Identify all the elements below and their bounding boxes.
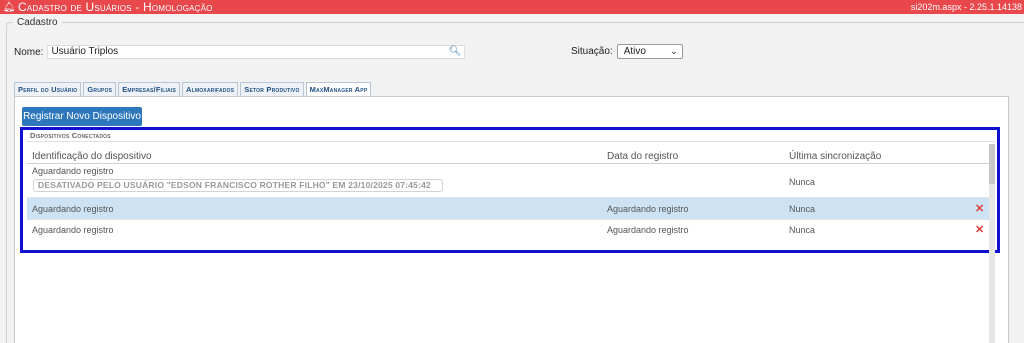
version-label: si202m.aspx - 2.25.1.14138 xyxy=(910,2,1022,12)
situacao-label: Situação: xyxy=(571,46,613,57)
close-icon[interactable]: ✕ xyxy=(975,202,984,215)
search-icon[interactable]: 🔍︎ xyxy=(449,46,462,58)
row-1-deactivated-badge: DESATIVADO PELO USUÁRIO "EDSON FRANCISCO… xyxy=(33,179,443,192)
row-1-device-id: Aguardando registro xyxy=(32,166,114,176)
register-device-button[interactable]: Registrar Novo Dispositivo xyxy=(22,107,142,126)
title-bar: 🔔︎ Cadastro de Usuários - Homologação si… xyxy=(0,0,1024,14)
tab-setor-produtivo[interactable]: Setor Produtivo xyxy=(240,82,304,96)
situacao-value: Ativo xyxy=(623,46,646,57)
close-icon[interactable]: ✕ xyxy=(975,223,984,236)
tab-maxmanager-app[interactable]: MaxManager App xyxy=(305,82,372,97)
column-header-register-date: Data do registro xyxy=(607,151,679,162)
tab-almoxarifados[interactable]: Almoxarifados xyxy=(181,82,239,96)
connected-devices-legend: Dispositivos Conectados xyxy=(30,131,111,140)
table-row-highlight[interactable] xyxy=(27,198,990,219)
row-3-device-id: Aguardando registro xyxy=(32,225,114,235)
name-input[interactable]: Usuário Triplos 🔍︎ xyxy=(47,45,466,59)
row-3-register-date: Aguardando registro xyxy=(607,225,689,235)
divider xyxy=(27,141,995,142)
name-row: Nome: Usuário Triplos 🔍︎ xyxy=(14,45,466,59)
scrollbar-thumb[interactable] xyxy=(989,144,995,184)
bell-icon: 🔔︎ xyxy=(2,1,16,13)
row-separator xyxy=(27,219,990,220)
row-2-last-sync: Nunca xyxy=(789,204,816,214)
row-2-device-id: Aguardando registro xyxy=(32,204,114,214)
tab-empresas-filiais[interactable]: Empresas/Filiais xyxy=(118,82,180,96)
row-3-last-sync: Nunca xyxy=(789,225,816,235)
chevron-down-icon: ⌄ xyxy=(670,46,678,56)
row-2-register-date: Aguardando registro xyxy=(607,204,689,214)
table-header-divider xyxy=(27,163,990,164)
tab-bar: Perfil do Usuário Grupos Empresas/Filiai… xyxy=(14,82,373,97)
situacao-row: Situação: Ativo ⌄ xyxy=(571,44,683,59)
tab-perfil-do-usuario[interactable]: Perfil do Usuário xyxy=(14,82,82,96)
page-title: Cadastro de Usuários - Homologação xyxy=(18,0,213,14)
cadastro-legend: Cadastro xyxy=(13,17,62,28)
row-1-last-sync: Nunca xyxy=(789,177,816,187)
name-input-value: Usuário Triplos xyxy=(51,46,119,57)
tab-grupos[interactable]: Grupos xyxy=(83,82,117,96)
situacao-select[interactable]: Ativo ⌄ xyxy=(616,44,683,59)
name-label: Nome: xyxy=(14,46,44,58)
column-header-device-id: Identificação do dispositivo xyxy=(32,151,152,162)
column-header-last-sync: Última sincronização xyxy=(789,151,882,162)
